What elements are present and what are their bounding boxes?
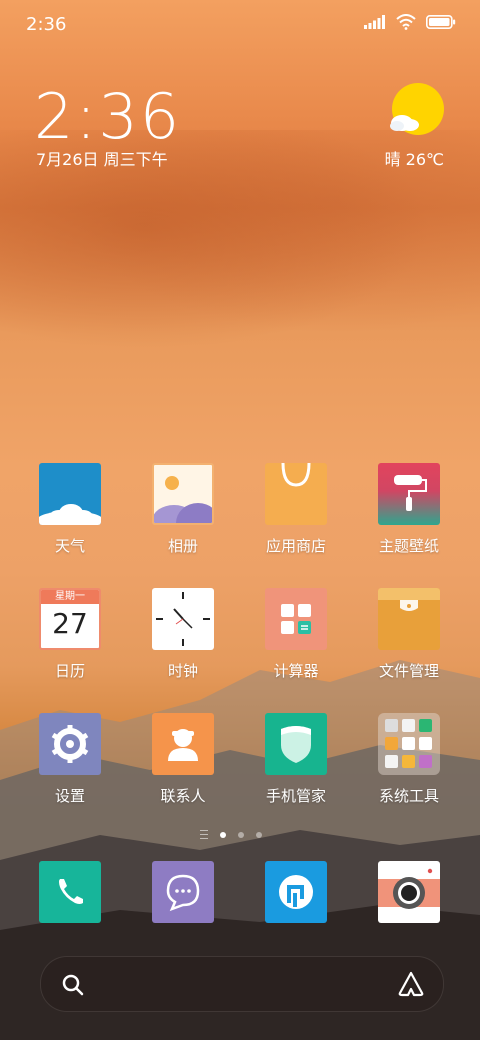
dock-camera[interactable] — [359, 861, 459, 923]
app-store-icon — [265, 463, 327, 525]
app-files[interactable]: 文件管理 — [359, 588, 459, 681]
app-theme[interactable]: 主题壁纸 — [359, 463, 459, 556]
app-clock[interactable]: 时钟 — [133, 588, 233, 681]
status-time: 2:36 — [26, 14, 67, 35]
app-label: 计算器 — [273, 662, 319, 680]
status-icons — [364, 14, 456, 30]
browser-icon — [265, 861, 327, 923]
dock-browser[interactable] — [246, 861, 346, 923]
sunny-cloud-icon[interactable] — [388, 82, 448, 142]
calendar-icon: 星期一 27 — [39, 588, 101, 650]
folder-icon — [378, 588, 440, 650]
dock-phone[interactable] — [20, 861, 120, 923]
theme-icon — [378, 463, 440, 525]
app-label: 文件管理 — [378, 662, 439, 680]
app-label: 相册 — [167, 537, 198, 555]
clock-widget-time[interactable]: 2:36 — [34, 80, 181, 153]
app-contacts[interactable]: 联系人 — [133, 713, 233, 806]
app-label: 时钟 — [167, 662, 198, 680]
calendar-day: 27 — [52, 607, 88, 640]
page-list-icon[interactable] — [200, 830, 208, 839]
page-dot[interactable] — [238, 831, 244, 838]
calendar-header: 星期一 — [41, 590, 99, 604]
app-calendar[interactable]: 星期一 27 日历 — [20, 588, 120, 681]
camera-icon — [378, 861, 440, 923]
app-label: 设置 — [54, 787, 85, 805]
app-label: 应用商店 — [265, 537, 326, 555]
assistant-icon[interactable] — [397, 971, 425, 997]
gallery-icon — [152, 463, 214, 525]
app-gallery[interactable]: 相册 — [133, 463, 233, 556]
app-settings[interactable]: 设置 — [20, 713, 120, 806]
contacts-icon — [152, 713, 214, 775]
battery-icon — [426, 15, 456, 29]
page-dot-active[interactable] — [220, 831, 226, 838]
security-icon — [265, 713, 327, 775]
messages-icon — [152, 861, 214, 923]
app-store[interactable]: 应用商店 — [246, 463, 346, 556]
calculator-icon — [265, 588, 327, 650]
search-bar[interactable] — [40, 956, 444, 1012]
phone-icon — [39, 861, 101, 923]
page-dot[interactable] — [256, 831, 262, 838]
weather-widget-text[interactable]: 晴 26℃ — [385, 146, 444, 170]
app-label: 系统工具 — [378, 787, 439, 805]
app-weather[interactable]: 天气 — [20, 463, 120, 556]
signal-icon — [364, 15, 385, 29]
dock-messages[interactable] — [133, 861, 233, 923]
app-security[interactable]: 手机管家 — [246, 713, 346, 806]
settings-icon — [39, 713, 101, 775]
clock-icon — [152, 588, 214, 650]
app-label: 手机管家 — [265, 787, 326, 805]
app-calculator[interactable]: 计算器 — [246, 588, 346, 681]
app-label: 联系人 — [160, 787, 206, 805]
clock-widget-date[interactable]: 7月26日 周三下午 — [36, 146, 168, 170]
status-bar: 2:36 — [0, 0, 480, 50]
app-label: 日历 — [54, 662, 85, 680]
folder-tools-icon — [378, 713, 440, 775]
search-icon — [62, 974, 84, 996]
wifi-icon — [396, 14, 416, 30]
app-label: 主题壁纸 — [378, 537, 439, 555]
app-label: 天气 — [54, 537, 85, 555]
weather-icon — [39, 463, 101, 525]
page-indicator — [200, 830, 262, 839]
app-folder-tools[interactable]: 系统工具 — [359, 713, 459, 806]
